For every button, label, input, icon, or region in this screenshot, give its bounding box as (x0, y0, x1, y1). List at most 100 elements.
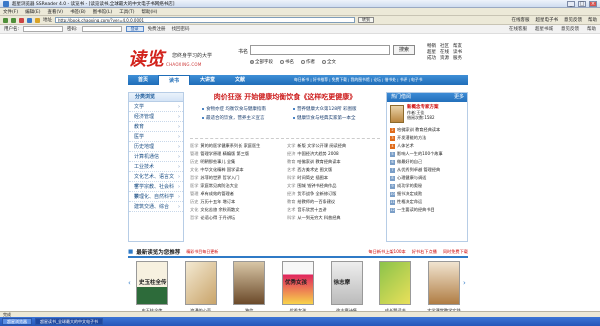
hot-borrow-item[interactable]: 10 细节决定成败 (387, 190, 467, 198)
site-brand[interactable]: 读览 您终身学习的大学 CHAOXING.COM (128, 45, 238, 75)
book-list-item[interactable]: 历史 明朝那些事儿 全集 (190, 158, 283, 165)
search-option-fulltext[interactable]: 全文 (322, 59, 336, 65)
username-input[interactable] (23, 26, 64, 32)
recommend-book[interactable]: 独信 (230, 261, 268, 311)
category-item[interactable]: 历史地理 › (129, 142, 183, 152)
hot-borrow-item[interactable]: 7 从优秀到卓越 管理经典 (387, 166, 467, 174)
hot-borrow-item[interactable]: 8 心理健康与调适 (387, 174, 467, 182)
featured-link[interactable]: 营养健康大众第128所 彩图版 (293, 106, 380, 112)
hot-borrow-item[interactable]: 9 成功学的奥秘 (387, 182, 467, 190)
address-input[interactable]: http://book.chaoxing.com/?ver=4.0.0.0001 (55, 17, 355, 23)
next-arrow-icon[interactable]: › (463, 279, 468, 289)
search-option-all[interactable]: 全部字段 (250, 59, 273, 65)
book-list-item[interactable]: 文学 新版 文学公开课 阅读经典 (287, 142, 380, 149)
featured-link[interactable]: 最适合的饮食，营养主义宣言 (202, 115, 289, 121)
book-list-item[interactable]: 艺术 西方美术史 图文版 (287, 166, 380, 173)
featured-link[interactable]: 食物亦症 均衡饮食与健康指南 (202, 106, 289, 112)
recommend-book[interactable]: 成长赞读书 (376, 261, 414, 311)
site-link-store[interactable]: 超星书城 (535, 26, 553, 32)
taskbar-item[interactable]: 超星读书_全球最大的中文电子书 (35, 318, 103, 325)
category-item[interactable]: 文化艺术、语言文字 › (129, 172, 183, 190)
book-list-item[interactable]: 科学 从一到无穷大 科普经典 (287, 214, 380, 221)
quick-link[interactable]: 服务 (453, 56, 462, 62)
book-cover[interactable]: 史玉柱全传 (136, 261, 168, 305)
book-cover[interactable] (427, 261, 460, 305)
book-list-item[interactable]: 管理 管理学原理 精编版 第三版 (190, 150, 283, 157)
book-list-item[interactable]: 科学 时间简史 插图本 (287, 174, 380, 181)
menu-help[interactable]: 帮助(H) (141, 9, 157, 15)
recommend-link[interactable]: 每日新书上架100本 (368, 249, 405, 255)
recommend-book[interactable]: 浪漫的心声 (182, 261, 220, 311)
site-link-feedback[interactable]: 意见反馈 (561, 26, 579, 32)
sub-nav[interactable]: 每日新书 | 好书推荐 | 免费下载 | 我的图书馆 | 论坛 | 借书处 | … (294, 76, 468, 84)
ebook-link[interactable]: 超星电子书 (536, 17, 559, 23)
menu-file[interactable]: 文件(F) (3, 9, 18, 15)
help-link[interactable]: 帮助 (588, 17, 597, 23)
tab-read[interactable]: 读书 (158, 75, 191, 85)
book-cover[interactable] (379, 261, 412, 305)
featured-link[interactable]: 健康饮食与经典实家第一本全 (293, 115, 380, 121)
book-list-item[interactable]: 文化 中华文化精粹 国学读本 (190, 166, 283, 173)
menu-library[interactable]: 图书馆(L) (93, 9, 113, 15)
tab-home[interactable]: 首页 (128, 75, 158, 85)
forward-icon[interactable] (11, 17, 16, 23)
recommend-book[interactable]: 大学课堂教学实践 (425, 261, 463, 311)
register-link[interactable]: 免费注册 (148, 26, 166, 32)
hot-borrow-item[interactable]: 5 影响人一生的100个故事 (387, 150, 467, 158)
more-link[interactable]: 更多 (454, 93, 464, 102)
forgot-password-link[interactable]: 找回密码 (172, 26, 190, 32)
category-item[interactable]: 数理化、自然科学 › (129, 192, 183, 202)
go-button[interactable]: 转到 (358, 17, 374, 23)
refresh-icon[interactable] (27, 17, 32, 23)
feedback-link[interactable]: 意见反馈 (564, 17, 582, 23)
book-list-item[interactable]: 管理 卓有成效的管理者 (190, 190, 283, 197)
search-option-title[interactable]: 书名 (280, 59, 294, 65)
book-list-item[interactable]: 文学 围城 钱钟书经典作品 (287, 182, 380, 189)
close-button[interactable]: × (589, 0, 597, 7)
recommend-book[interactable]: 徐志摩 徐志摩诗集 (328, 261, 366, 311)
hot-borrow-item[interactable]: 12 一生要读的经典书目 (387, 206, 467, 214)
book-list-item[interactable]: 历史 万历十五年 增订本 (190, 198, 283, 205)
category-item[interactable]: 计算机通信 › (129, 152, 183, 162)
stop-icon[interactable] (19, 17, 24, 23)
category-item[interactable]: 哲学宗教、社会科学 › (129, 182, 183, 200)
book-list-item[interactable]: 经济 货币战争 全新修订版 (287, 190, 380, 197)
maximize-button[interactable]: □ (578, 0, 586, 7)
search-input[interactable] (250, 45, 390, 55)
password-input[interactable] (81, 26, 122, 32)
book-list-item[interactable]: 经济 中国经济大趋势 2008 (287, 150, 380, 157)
book-list-item[interactable]: 哲学 苏菲的世界 哲学入门 (190, 174, 283, 181)
book-list-item[interactable]: 医学 家庭常见病防治大全 (190, 182, 283, 189)
book-cover[interactable] (233, 261, 266, 305)
menu-tools[interactable]: 工具(T) (119, 9, 134, 15)
category-item[interactable]: 经济管理 › (129, 112, 183, 122)
quick-link[interactable]: 成功 (427, 56, 436, 62)
tab-lecture[interactable]: 大讲堂 (190, 75, 225, 85)
hot-borrow-item[interactable]: 6 做最好的自己 (387, 158, 467, 166)
hot-borrow-item[interactable]: 11 性格决定命运 (387, 198, 467, 206)
recommend-link[interactable]: 同时免费下载 (443, 249, 468, 255)
book-list-item[interactable]: 艺术 音乐欣赏十五讲 (287, 206, 380, 213)
category-item[interactable]: 工业技术 › (129, 162, 183, 172)
book-cover[interactable]: 徐志摩 (330, 261, 363, 305)
menu-edit[interactable]: 编辑(E) (25, 9, 40, 15)
recommend-link[interactable]: 好书右下点播 (412, 249, 437, 255)
back-icon[interactable] (3, 17, 8, 23)
headline-link[interactable]: 肉价狂涨 开始健康均衡饮食《这样吃更健康》 (190, 92, 380, 102)
taskbar-item[interactable]: 超星浏览器 (2, 318, 32, 325)
recommend-book[interactable]: 史玉柱全传 史玉柱全传 (133, 261, 171, 311)
category-item[interactable]: 文学 › (129, 102, 183, 112)
search-option-author[interactable]: 作者 (301, 59, 315, 65)
site-link-help[interactable]: 帮助 (587, 26, 596, 32)
book-list-item[interactable]: 教育 哈佛家训 教育经典读本 (287, 158, 380, 165)
login-button[interactable]: 登录 (125, 26, 144, 32)
category-item[interactable]: 建筑交通、综合 › (129, 202, 183, 212)
book-cover[interactable] (184, 261, 217, 305)
tab-literature[interactable]: 文献 (225, 75, 255, 85)
book-list-item[interactable]: 哲学 论语心得 于丹讲坛 (190, 214, 283, 221)
online-service-link[interactable]: 在线客服 (512, 17, 530, 23)
quick-link[interactable]: 资源 (440, 56, 449, 62)
hot-borrow-item[interactable]: 3 开发潜能的方法 (387, 134, 467, 142)
minimize-button[interactable]: _ (567, 0, 575, 7)
category-item[interactable]: 教育 › (129, 122, 183, 132)
